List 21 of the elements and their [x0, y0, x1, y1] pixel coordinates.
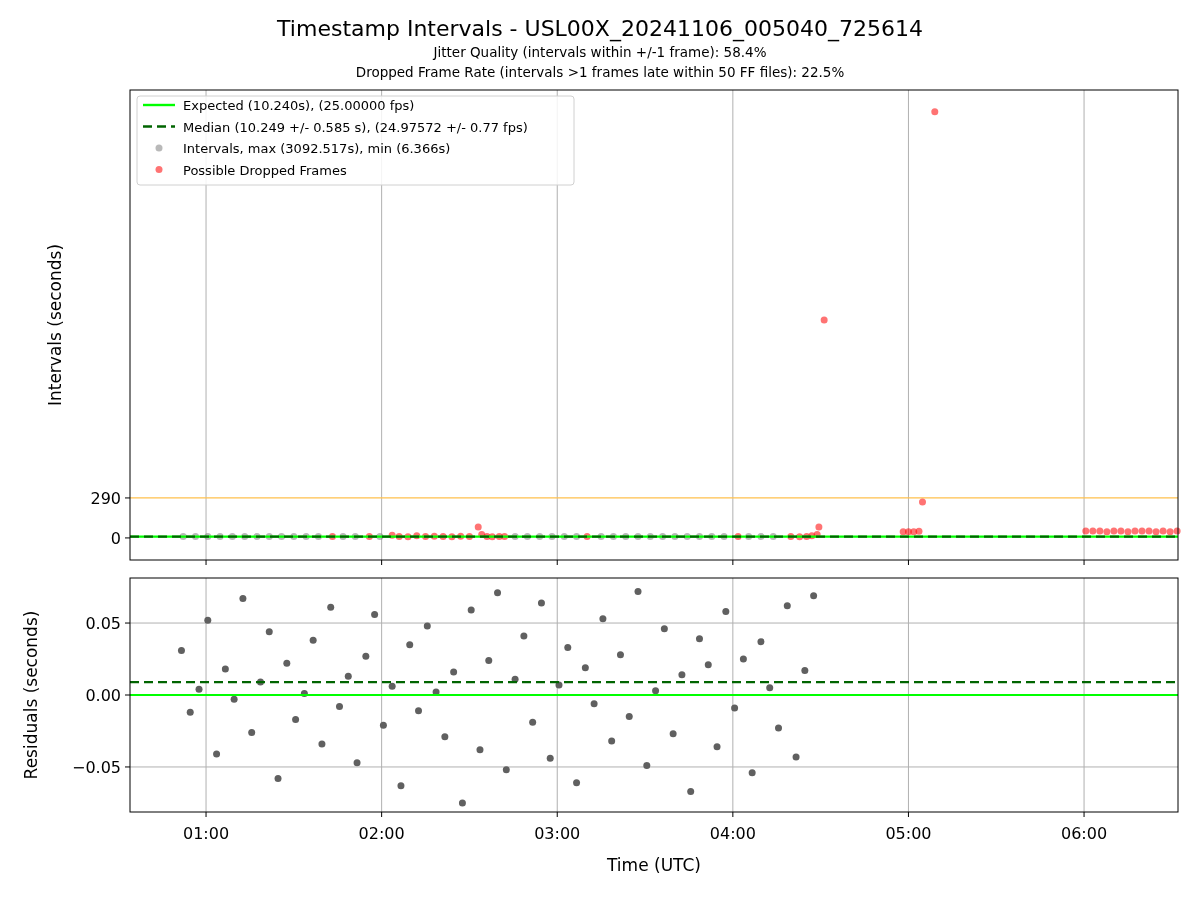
x-tick-label: 05:00 — [885, 824, 932, 843]
y-tick-label: −0.05 — [71, 757, 121, 777]
x-tick-label: 04:00 — [709, 824, 756, 843]
x-tick-label: 01:00 — [183, 824, 230, 843]
legend-label: Expected (10.240s), (25.00000 fps) — [183, 98, 415, 113]
y-axis-label: Intervals (seconds) — [45, 243, 65, 407]
chart-subtitle: Jitter Quality (intervals within +/-1 frame): 58.4% — [433, 43, 767, 62]
chart-subtitle: Dropped Frame Rate (intervals >1 frames late within 50 FF files): 22.5% — [355, 63, 845, 82]
y-axis-label: Residuals (seconds) — [21, 610, 41, 780]
chart-title: Timestamp Intervals - USL00X_20241106_005040_725614 — [277, 15, 923, 42]
x-tick-label: 02:00 — [358, 824, 405, 843]
y-tick-label: 0 — [110, 528, 121, 548]
y-tick-label: 0.05 — [85, 614, 121, 634]
y-tick-label: 0.00 — [85, 686, 121, 705]
y-tick-label: 290 — [90, 488, 121, 508]
x-tick-label: 06:00 — [1061, 824, 1108, 843]
legend-label: Intervals, max (3092.517s), min (6.366s) — [183, 141, 451, 156]
x-tick-label: 03:00 — [534, 824, 581, 843]
x-axis-label: Time (UTC) — [607, 855, 701, 875]
legend-label: Median (10.249 +/- 0.585 s), (24.97572 +/- 0.77 fps) — [183, 119, 528, 135]
legend-label: Possible Dropped Frames — [183, 162, 347, 178]
